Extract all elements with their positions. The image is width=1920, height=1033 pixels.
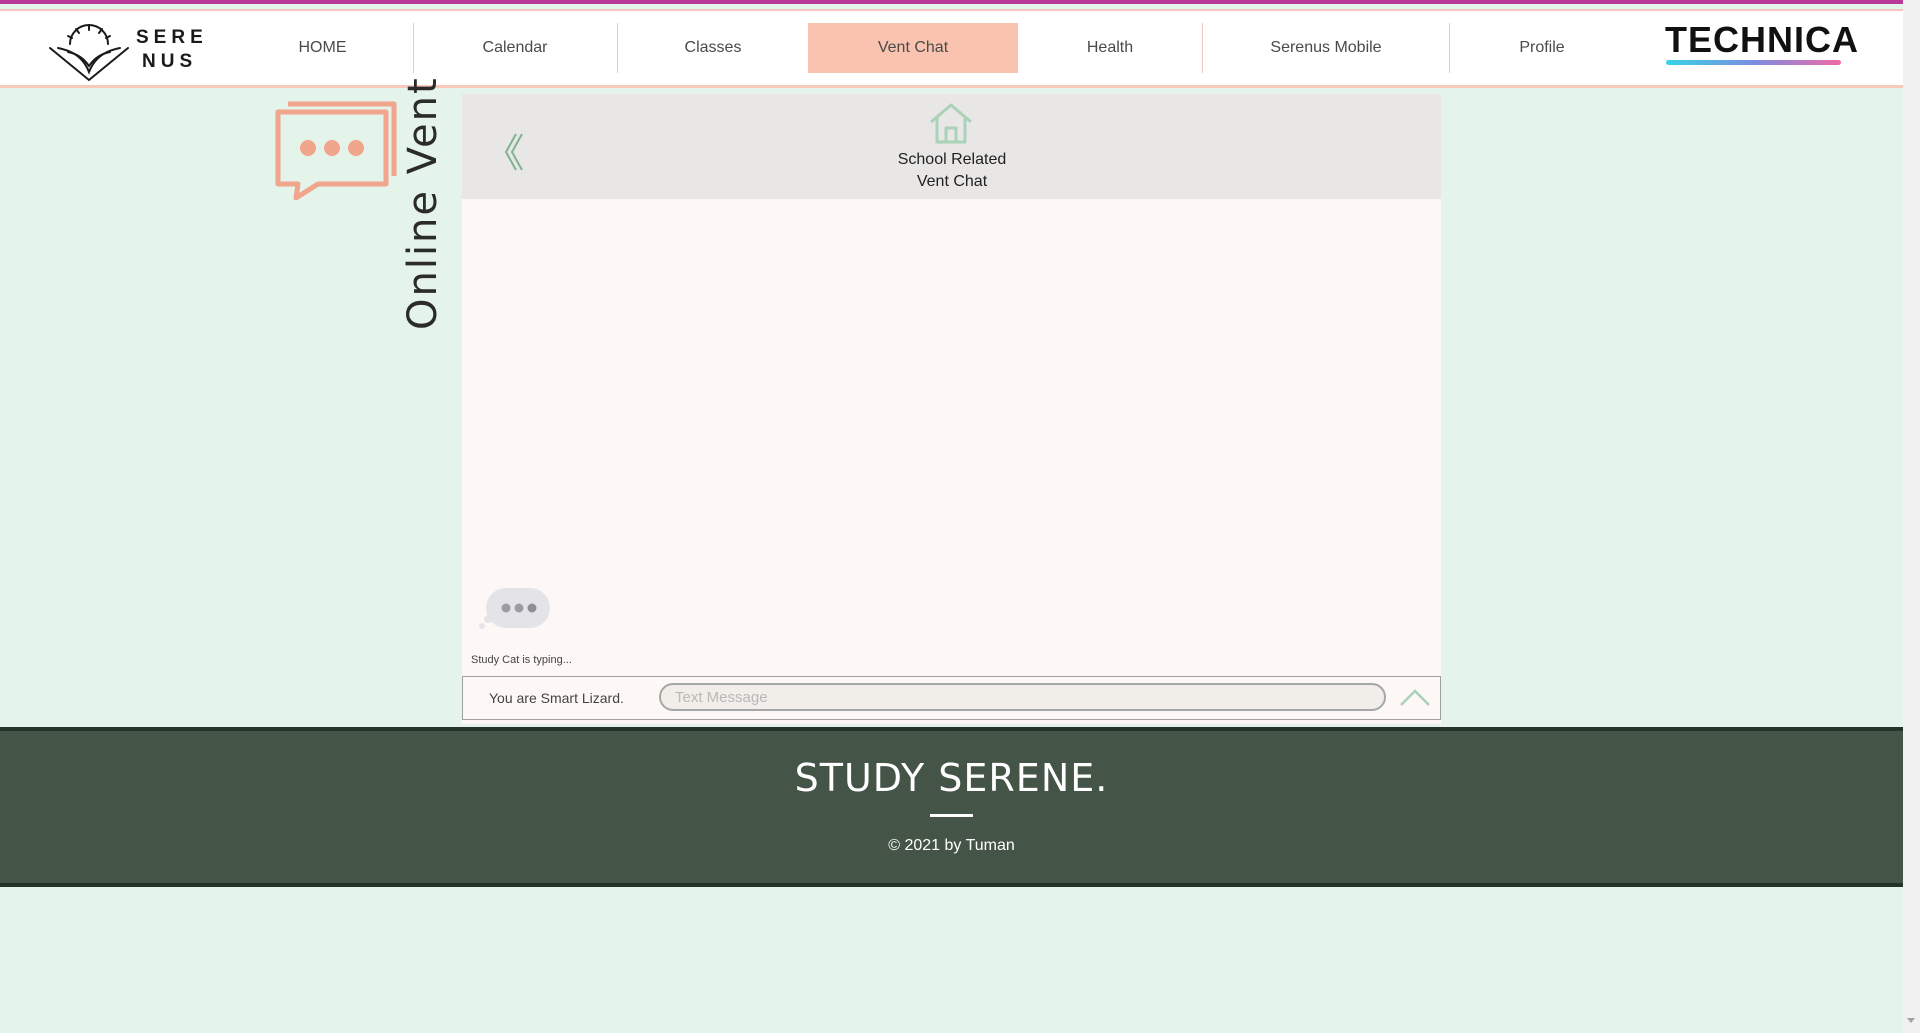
- typing-indicator-icon: [476, 588, 552, 639]
- send-chevron-up-icon[interactable]: [1399, 687, 1431, 709]
- page-title: Online Vent: [400, 76, 446, 330]
- nav-calendar[interactable]: Calendar: [414, 23, 616, 73]
- footer-copyright: © 2021 by Tuman: [888, 837, 1015, 854]
- page-scrollbar[interactable]: [1903, 0, 1920, 1033]
- typing-status: Study Cat is typing...: [471, 654, 572, 666]
- brand-line-1: SERE: [136, 27, 208, 48]
- technica-logo[interactable]: TECHNICA: [1665, 19, 1859, 70]
- header-top-rule: [0, 9, 1903, 11]
- site-footer: STUDY SERENE. © 2021 by Tuman: [0, 731, 1903, 883]
- scroll-down-arrow-icon[interactable]: [1907, 1018, 1915, 1023]
- nav-classes[interactable]: Classes: [618, 23, 808, 73]
- home-icon[interactable]: [928, 102, 974, 149]
- chat-room-title-line-2: Vent Chat: [916, 173, 988, 190]
- identity-label: You are Smart Lizard.: [489, 690, 624, 706]
- lotus-book-icon: [49, 24, 129, 82]
- chat-bubbles-icon: [274, 100, 400, 205]
- technica-wordmark: TECHNICA: [1665, 19, 1859, 60]
- chat-panel: School Related Vent Chat Study Cat is ty…: [462, 94, 1441, 724]
- page: SERE NUS HOME Calendar Classes Vent Chat…: [0, 0, 1903, 1033]
- footer-bottom-rule: [0, 883, 1903, 887]
- brand-line-2: NUS: [142, 51, 198, 72]
- nav-vent-chat[interactable]: Vent Chat: [808, 23, 1018, 73]
- nav-health[interactable]: Health: [1018, 23, 1202, 73]
- message-input[interactable]: [659, 683, 1386, 711]
- top-accent-line: [0, 0, 1903, 4]
- brand-wordmark: SERE NUS: [136, 26, 216, 74]
- technica-gradient-bar: [1666, 60, 1841, 65]
- nav-serenus-mobile[interactable]: Serenus Mobile: [1203, 23, 1449, 73]
- message-composer: You are Smart Lizard.: [462, 676, 1441, 720]
- chat-header: School Related Vent Chat: [462, 94, 1441, 199]
- nav-profile[interactable]: Profile: [1450, 23, 1634, 73]
- chat-room-title-line-1: School Related: [897, 151, 1007, 168]
- chat-room-title: School Related Vent Chat: [852, 149, 1052, 193]
- back-chevron-icon[interactable]: [502, 132, 526, 172]
- main-nav: HOME Calendar Classes Vent Chat Health S…: [232, 23, 1642, 73]
- footer-title: STUDY SERENE.: [794, 756, 1109, 800]
- site-logo[interactable]: SERE NUS: [48, 24, 208, 84]
- footer-divider: [930, 814, 973, 817]
- header-bottom-rule: [0, 85, 1903, 88]
- nav-home[interactable]: HOME: [232, 23, 413, 73]
